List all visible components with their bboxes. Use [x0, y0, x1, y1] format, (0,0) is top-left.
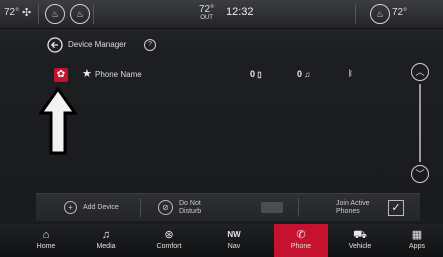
join-line-1: Join Active [336, 199, 370, 207]
home-icon: ⌂ [42, 229, 50, 241]
scroll-down-button[interactable]: ﹀ [411, 165, 429, 183]
scroll-up-button[interactable]: ︿ [411, 63, 429, 81]
dnd-line-1: Do Not [179, 199, 201, 207]
dnd-line-2: Disturb [179, 207, 202, 215]
status-divider [38, 4, 39, 24]
nav-item-apps[interactable]: ▦ Apps [393, 224, 441, 257]
join-active-phones-checkbox[interactable]: ✓ [388, 200, 404, 216]
action-divider [298, 198, 299, 217]
fan-icon[interactable]: ✣ [22, 6, 31, 19]
add-device-label: Add Device [83, 203, 119, 211]
seat-heat-icon[interactable]: ♨ [70, 4, 90, 24]
seat-heat-icon[interactable]: ♨ [45, 4, 65, 24]
nav-label: Nav [227, 243, 241, 250]
do-not-disturb-button[interactable]: ⊘ Do Not Disturb [158, 194, 201, 221]
nav-item-nav[interactable]: NW Nav [208, 224, 260, 257]
status-bar: 72° ✣ ♨ ♨ 72° OUT 12:32 ♨ 72° [0, 0, 443, 29]
help-icon[interactable]: ? [144, 39, 156, 51]
car-icon: ⛟ [353, 229, 367, 241]
music-note-icon: ♫ [101, 229, 111, 241]
nav-label: Apps [409, 243, 425, 250]
nav-item-home[interactable]: ⌂ Home [20, 224, 72, 257]
seat-heat-icon[interactable]: ♨ [370, 4, 390, 24]
outside-temperature: 72° OUT [199, 5, 214, 23]
plus-icon: + [64, 201, 77, 214]
join-active-phones-button[interactable]: Join Active Phones [336, 194, 369, 221]
comfort-icon: ⊛ [164, 229, 174, 241]
driver-temperature[interactable]: 72° [4, 7, 19, 18]
nav-item-comfort[interactable]: ⊛ Comfort [143, 224, 195, 257]
device-name: Phone Name [95, 70, 142, 79]
nav-label: Media [96, 243, 116, 250]
phone-icon: ✆ [296, 229, 306, 241]
action-bar: + Add Device ⊘ Do Not Disturb Join Activ… [36, 193, 420, 221]
nav-label: Phone [290, 243, 312, 250]
do-not-disturb-label: Do Not Disturb [179, 200, 201, 216]
bottom-nav-bar: ⌂ Home ♫ Media ⊛ Comfort NW Nav ✆ Phone … [0, 224, 443, 257]
nav-item-phone[interactable]: ✆ Phone [274, 224, 328, 257]
outside-temp-label: OUT [200, 15, 213, 21]
status-divider [355, 4, 356, 24]
bluetooth-icon: ᛒ [348, 69, 353, 78]
join-line-2: Phones [336, 207, 360, 215]
nav-label: Home [36, 243, 56, 250]
star-icon: ★ [82, 68, 92, 80]
phone-small-icon: ▯ [255, 70, 262, 79]
clock: 12:32 [226, 6, 254, 18]
nav-label: Comfort [156, 243, 182, 250]
nav-item-media[interactable]: ♫ Media [80, 224, 132, 257]
music-small-icon: ♫ [302, 70, 311, 79]
grid-icon: ▦ [411, 229, 423, 241]
scrollbar-track[interactable] [419, 84, 421, 162]
pointer-arrow [38, 87, 78, 155]
join-active-phones-label: Join Active Phones [336, 200, 369, 216]
page-title: Device Manager [68, 40, 127, 49]
gear-icon[interactable]: ✿ [54, 68, 68, 82]
nav-item-vehicle[interactable]: ⛟ Vehicle [334, 224, 386, 257]
action-divider [140, 198, 141, 217]
uconnect-screen: 72° ✣ ♨ ♨ 72° OUT 12:32 ♨ 72° Device Man… [0, 0, 443, 257]
do-not-disturb-toggle[interactable] [261, 202, 283, 213]
passenger-temperature[interactable]: 72° [392, 7, 407, 18]
nav-label: Vehicle [348, 243, 372, 250]
do-not-disturb-icon: ⊘ [158, 200, 173, 215]
add-device-button[interactable]: + Add Device [64, 194, 119, 221]
status-divider [93, 4, 94, 24]
back-arrow-icon[interactable] [47, 37, 65, 55]
device-stat: 0 ▯ [250, 69, 262, 79]
device-stat: 0 ♫ [297, 69, 310, 79]
compass-icon: NW [227, 230, 241, 239]
